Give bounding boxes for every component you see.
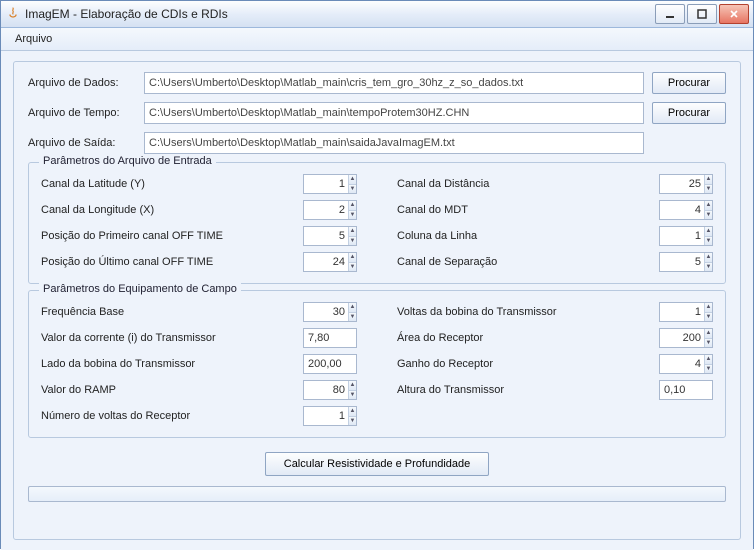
mdt-label: Canal do MDT xyxy=(397,204,659,216)
file-time-input[interactable] xyxy=(144,102,644,124)
java-icon xyxy=(5,6,21,22)
linha-spinner[interactable]: ▲▼ xyxy=(659,226,713,246)
altura-label: Altura do Transmissor xyxy=(397,384,659,396)
file-data-row: Arquivo de Dados: Procurar xyxy=(28,72,726,94)
minimize-button[interactable] xyxy=(655,4,685,24)
browse-time-button[interactable]: Procurar xyxy=(652,102,726,124)
file-out-row: Arquivo de Saída: xyxy=(28,132,726,154)
file-out-label: Arquivo de Saída: xyxy=(28,137,136,149)
close-button[interactable] xyxy=(719,4,749,24)
spin-down-icon[interactable]: ▼ xyxy=(349,185,356,194)
voltas-tx-label: Voltas da bobina do Transmissor xyxy=(397,306,659,318)
voltas-rx-label: Número de voltas do Receptor xyxy=(41,410,303,422)
mdt-spinner[interactable]: ▲▼ xyxy=(659,200,713,220)
group-equipment-title: Parâmetros do Equipamento de Campo xyxy=(39,283,241,295)
lon-label: Canal da Longitude (X) xyxy=(41,204,303,216)
freq-label: Frequência Base xyxy=(41,306,303,318)
window-controls xyxy=(655,4,749,24)
browse-data-button[interactable]: Procurar xyxy=(652,72,726,94)
voltas-rx-spinner[interactable]: ▲▼ xyxy=(303,406,357,426)
main-panel: Arquivo de Dados: Procurar Arquivo de Te… xyxy=(13,61,741,540)
last-off-label: Posição do Último canal OFF TIME xyxy=(41,256,303,268)
calculate-button[interactable]: Calcular Resistividade e Profundidade xyxy=(265,452,490,476)
corrente-input[interactable] xyxy=(303,328,357,348)
file-time-label: Arquivo de Tempo: xyxy=(28,107,136,119)
window-title: ImagEM - Elaboração de CDIs e RDIs xyxy=(25,7,655,21)
freq-spinner[interactable]: ▲▼ xyxy=(303,302,357,322)
content-area: Arquivo de Dados: Procurar Arquivo de Te… xyxy=(1,51,753,550)
linha-label: Coluna da Linha xyxy=(397,230,659,242)
app-window: ImagEM - Elaboração de CDIs e RDIs Arqui… xyxy=(0,0,754,549)
first-off-label: Posição do Primeiro canal OFF TIME xyxy=(41,230,303,242)
lat-spinner[interactable]: ▲▼ xyxy=(303,174,357,194)
lado-label: Lado da bobina do Transmissor xyxy=(41,358,303,370)
lon-spinner[interactable]: ▲▼ xyxy=(303,200,357,220)
lado-input[interactable] xyxy=(303,354,357,374)
calc-row: Calcular Resistividade e Profundidade xyxy=(28,452,726,476)
ramp-label: Valor do RAMP xyxy=(41,384,303,396)
area-rx-spinner[interactable]: ▲▼ xyxy=(659,328,713,348)
ganho-spinner[interactable]: ▲▼ xyxy=(659,354,713,374)
voltas-tx-spinner[interactable]: ▲▼ xyxy=(659,302,713,322)
progress-bar xyxy=(28,486,726,502)
sep-spinner[interactable]: ▲▼ xyxy=(659,252,713,272)
corrente-label: Valor da corrente (i) do Transmissor xyxy=(41,332,303,344)
dist-label: Canal da Distância xyxy=(397,178,659,190)
file-out-input[interactable] xyxy=(144,132,644,154)
titlebar: ImagEM - Elaboração de CDIs e RDIs xyxy=(1,1,753,28)
group-input-params: Parâmetros do Arquivo de Entrada Canal d… xyxy=(28,162,726,284)
dist-spinner[interactable]: ▲▼ xyxy=(659,174,713,194)
area-rx-label: Área do Receptor xyxy=(397,332,659,344)
group-equipment-params: Parâmetros do Equipamento de Campo Frequ… xyxy=(28,290,726,438)
spin-up-icon[interactable]: ▲ xyxy=(349,175,356,185)
last-off-spinner[interactable]: ▲▼ xyxy=(303,252,357,272)
maximize-button[interactable] xyxy=(687,4,717,24)
sep-label: Canal de Separação xyxy=(397,256,659,268)
menu-arquivo[interactable]: Arquivo xyxy=(7,31,60,47)
file-data-input[interactable] xyxy=(144,72,644,94)
group-input-title: Parâmetros do Arquivo de Entrada xyxy=(39,155,216,167)
ramp-spinner[interactable]: ▲▼ xyxy=(303,380,357,400)
file-time-row: Arquivo de Tempo: Procurar xyxy=(28,102,726,124)
altura-input[interactable] xyxy=(659,380,713,400)
lat-label: Canal da Latitude (Y) xyxy=(41,178,303,190)
first-off-spinner[interactable]: ▲▼ xyxy=(303,226,357,246)
file-data-label: Arquivo de Dados: xyxy=(28,77,136,89)
menubar: Arquivo xyxy=(1,28,753,51)
ganho-label: Ganho do Receptor xyxy=(397,358,659,370)
